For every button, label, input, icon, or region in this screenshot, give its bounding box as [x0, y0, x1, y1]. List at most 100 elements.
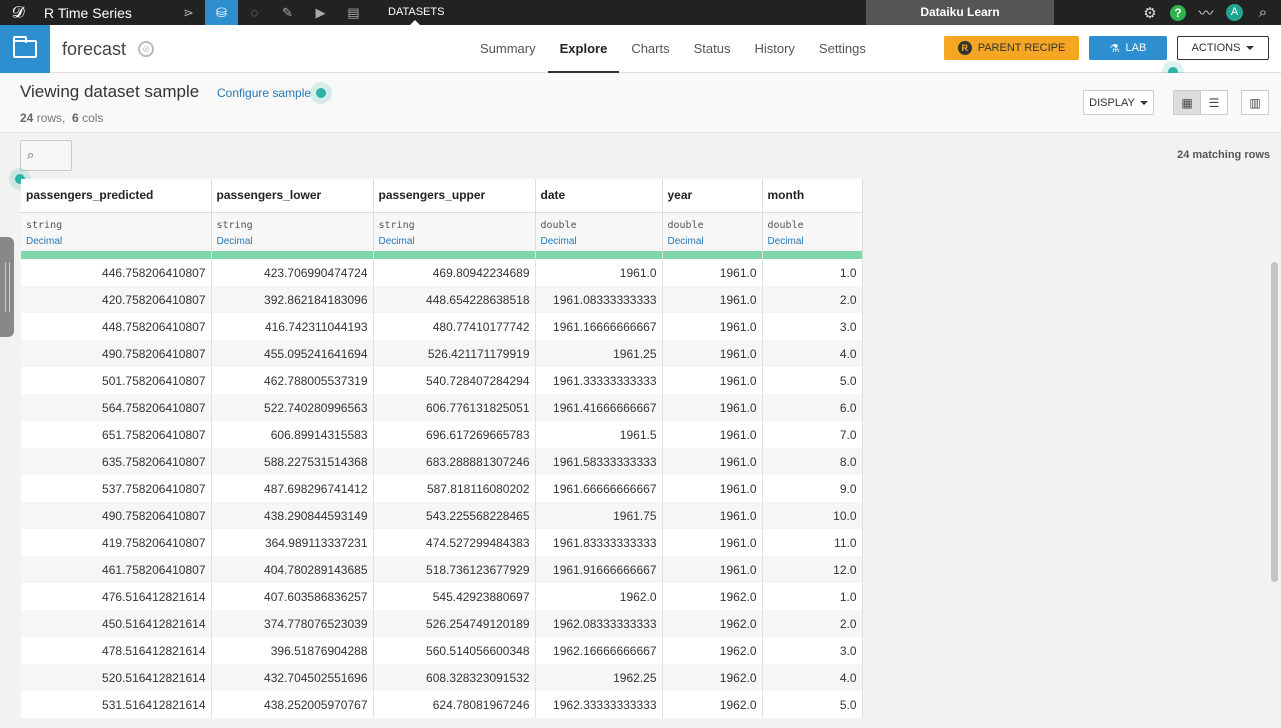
table-cell[interactable]: 480.77410177742: [373, 313, 536, 340]
search-input[interactable]: ⌕: [20, 140, 72, 171]
help-icon[interactable]: ?: [1170, 4, 1186, 21]
table-cell[interactable]: 1961.91666666667: [535, 556, 663, 583]
column-header[interactable]: month double Decimal: [762, 179, 863, 259]
table-cell[interactable]: 1.0: [762, 583, 863, 610]
tab-summary[interactable]: Summary: [468, 25, 548, 73]
column-name[interactable]: passengers_upper: [373, 179, 535, 213]
table-cell[interactable]: 423.706990474724: [211, 259, 374, 286]
search-icon[interactable]: ⌕: [1253, 4, 1273, 21]
column-name[interactable]: month: [762, 179, 862, 213]
table-cell[interactable]: 526.421171179919: [373, 340, 536, 367]
table-cell[interactable]: 1961.0: [662, 313, 763, 340]
table-cell[interactable]: 564.758206410807: [21, 394, 212, 421]
tour-hotspot-configure[interactable]: [316, 88, 326, 98]
table-cell[interactable]: 1961.0: [662, 340, 763, 367]
table-cell[interactable]: 461.758206410807: [21, 556, 212, 583]
table-cell[interactable]: 438.252005970767: [211, 691, 374, 718]
parent-recipe-button[interactable]: R PARENT RECIPE: [944, 36, 1079, 60]
tab-explore[interactable]: Explore: [547, 25, 620, 73]
table-cell[interactable]: 374.778076523039: [211, 610, 374, 637]
vertical-scrollbar[interactable]: [1271, 262, 1278, 582]
tab-settings[interactable]: Settings: [807, 25, 878, 73]
table-cell[interactable]: 4.0: [762, 340, 863, 367]
table-cell[interactable]: 606.89914315583: [211, 421, 374, 448]
table-cell[interactable]: 1961.08333333333: [535, 286, 663, 313]
table-cell[interactable]: 587.818116080202: [373, 475, 536, 502]
table-cell[interactable]: 624.78081967246: [373, 691, 536, 718]
table-cell[interactable]: 1962.0: [662, 664, 763, 691]
flow-icon[interactable]: ⋗: [172, 0, 205, 25]
table-cell[interactable]: 419.758206410807: [21, 529, 212, 556]
table-cell[interactable]: 537.758206410807: [21, 475, 212, 502]
table-cell[interactable]: 1962.0: [662, 583, 763, 610]
tab-charts[interactable]: Charts: [619, 25, 681, 73]
gear-icon[interactable]: ⚙: [1140, 4, 1160, 22]
table-cell[interactable]: 448.758206410807: [21, 313, 212, 340]
table-cell[interactable]: 364.989113337231: [211, 529, 374, 556]
table-cell[interactable]: 2.0: [762, 610, 863, 637]
display-button[interactable]: DISPLAY: [1083, 90, 1154, 115]
table-cell[interactable]: 474.527299484383: [373, 529, 536, 556]
column-stats-icon[interactable]: ▥: [1241, 90, 1269, 115]
table-cell[interactable]: 651.758206410807: [21, 421, 212, 448]
table-cell[interactable]: 9.0: [762, 475, 863, 502]
table-cell[interactable]: 420.758206410807: [21, 286, 212, 313]
table-cell[interactable]: 1961.0: [662, 286, 763, 313]
lab-button[interactable]: ⚗ LAB: [1089, 36, 1167, 60]
table-cell[interactable]: 1961.25: [535, 340, 663, 367]
table-cell[interactable]: 455.095241641694: [211, 340, 374, 367]
table-cell[interactable]: 490.758206410807: [21, 502, 212, 529]
meaning-link[interactable]: Decimal: [768, 236, 857, 247]
table-cell[interactable]: 635.758206410807: [21, 448, 212, 475]
table-cell[interactable]: 518.736123677929: [373, 556, 536, 583]
table-cell[interactable]: 606.776131825051: [373, 394, 536, 421]
column-header[interactable]: passengers_predicted string Decimal: [21, 179, 212, 259]
table-cell[interactable]: 404.780289143685: [211, 556, 374, 583]
table-cell[interactable]: 526.254749120189: [373, 610, 536, 637]
table-cell[interactable]: 522.740280996563: [211, 394, 374, 421]
datasets-icon[interactable]: ⛁: [205, 0, 238, 25]
recipes-icon[interactable]: ◌: [238, 0, 271, 25]
table-cell[interactable]: 396.51876904288: [211, 637, 374, 664]
column-header[interactable]: passengers_lower string Decimal: [211, 179, 374, 259]
table-cell[interactable]: 1962.0: [662, 691, 763, 718]
jobs-icon[interactable]: ▶: [304, 0, 337, 25]
table-view-icon[interactable]: ▦: [1173, 90, 1201, 115]
table-cell[interactable]: 683.288881307246: [373, 448, 536, 475]
table-cell[interactable]: 490.758206410807: [21, 340, 212, 367]
meaning-link[interactable]: Decimal: [541, 236, 657, 247]
table-cell[interactable]: 392.862184183096: [211, 286, 374, 313]
table-cell[interactable]: 1961.83333333333: [535, 529, 663, 556]
table-cell[interactable]: 1961.41666666667: [535, 394, 663, 421]
table-cell[interactable]: 1.0: [762, 259, 863, 286]
table-cell[interactable]: 469.80942234689: [373, 259, 536, 286]
table-cell[interactable]: 3.0: [762, 313, 863, 340]
table-cell[interactable]: 1961.33333333333: [535, 367, 663, 394]
table-cell[interactable]: 501.758206410807: [21, 367, 212, 394]
table-cell[interactable]: 7.0: [762, 421, 863, 448]
table-cell[interactable]: 11.0: [762, 529, 863, 556]
table-cell[interactable]: 1962.33333333333: [535, 691, 663, 718]
table-cell[interactable]: 1962.0: [662, 637, 763, 664]
table-cell[interactable]: 432.704502551696: [211, 664, 374, 691]
dataiku-logo-icon[interactable]: 𝓓: [0, 0, 36, 25]
table-cell[interactable]: 1961.0: [662, 556, 763, 583]
table-cell[interactable]: 12.0: [762, 556, 863, 583]
table-cell[interactable]: 1961.0: [662, 394, 763, 421]
dashboards-icon[interactable]: ▤: [337, 0, 370, 25]
notebooks-icon[interactable]: ✎: [271, 0, 304, 25]
table-cell[interactable]: 1961.0: [662, 529, 763, 556]
table-cell[interactable]: 487.698296741412: [211, 475, 374, 502]
meaning-link[interactable]: Decimal: [26, 236, 206, 247]
column-header[interactable]: passengers_upper string Decimal: [373, 179, 536, 259]
table-cell[interactable]: 1961.0: [662, 367, 763, 394]
list-view-icon[interactable]: ☰: [1200, 90, 1228, 115]
table-cell[interactable]: 1962.08333333333: [535, 610, 663, 637]
table-cell[interactable]: 1962.0: [662, 610, 763, 637]
table-cell[interactable]: 476.516412821614: [21, 583, 212, 610]
compass-icon[interactable]: ⊘: [138, 41, 154, 57]
table-cell[interactable]: 560.514056600348: [373, 637, 536, 664]
table-cell[interactable]: 608.328323091532: [373, 664, 536, 691]
table-cell[interactable]: 1961.0: [662, 259, 763, 286]
table-cell[interactable]: 1961.16666666667: [535, 313, 663, 340]
